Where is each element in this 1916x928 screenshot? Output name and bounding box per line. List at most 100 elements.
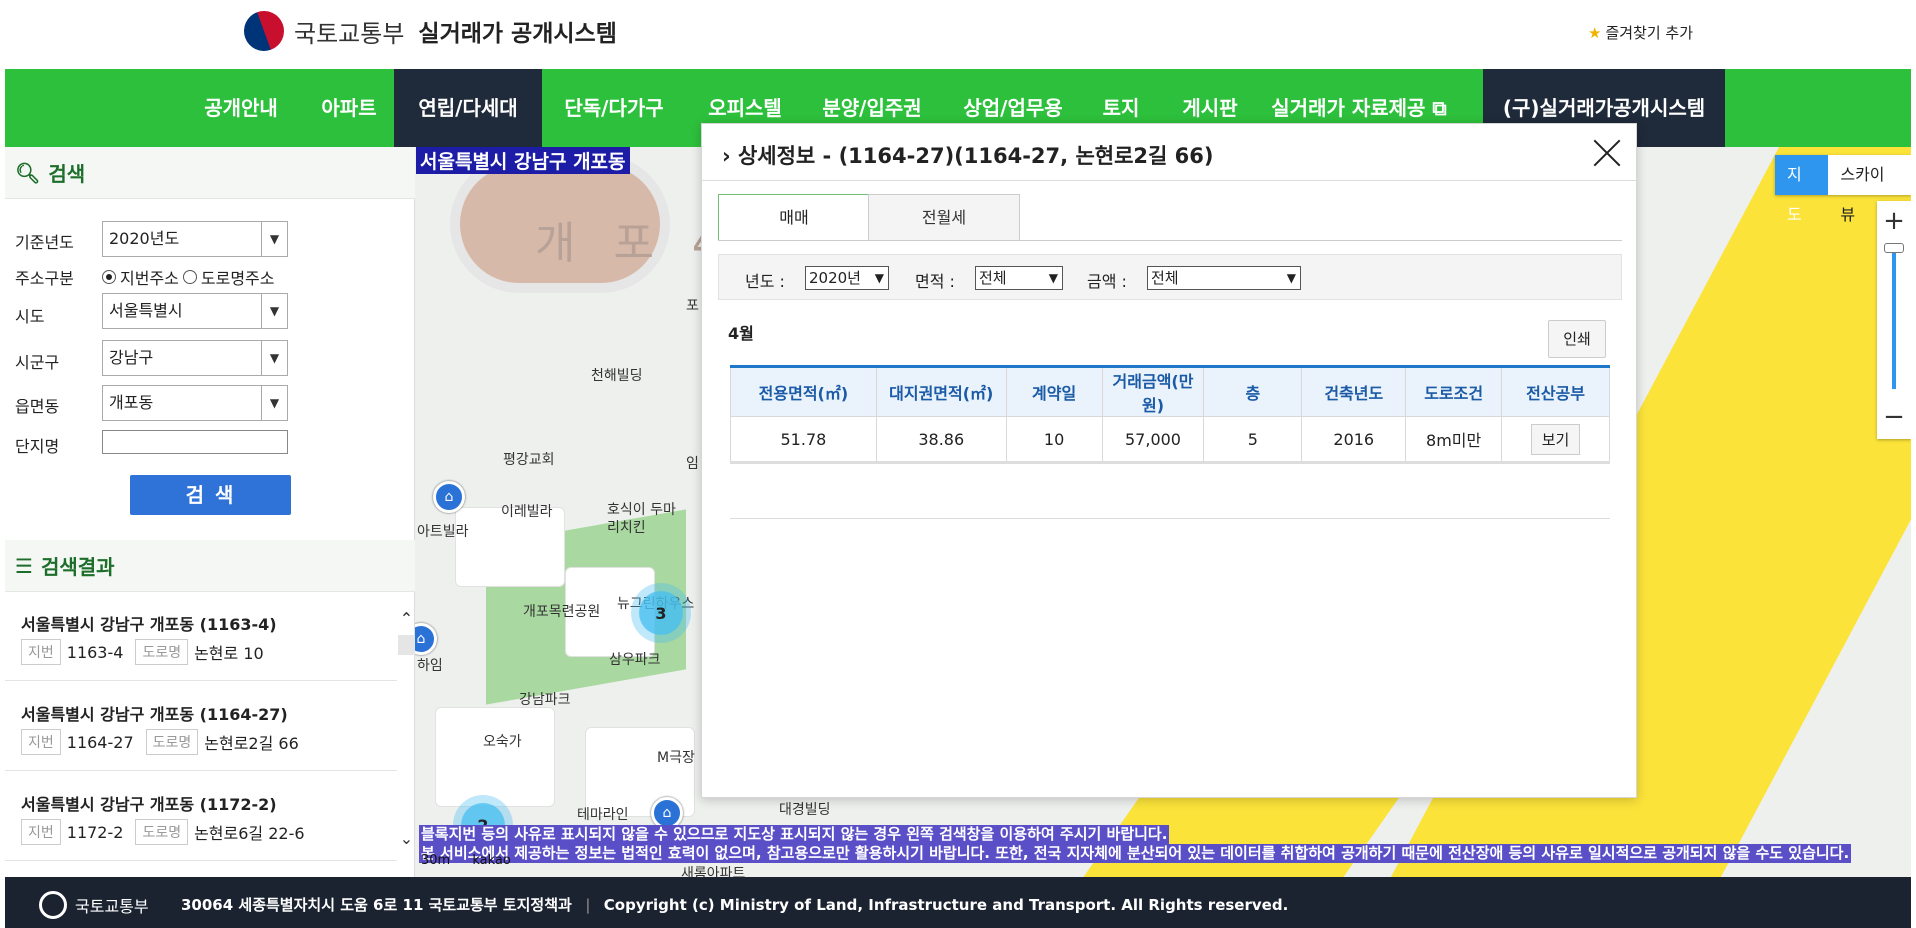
result-address: 서울특별시 강남구 개포동 (1164-27) (21, 705, 288, 724)
list-icon: ☰ (15, 553, 33, 578)
col-road-condition: 도로조건 (1405, 366, 1503, 417)
road-tag: 도로명 (135, 819, 189, 845)
ministry-logo[interactable]: 국토교통부 실거래가 공개시스템 (238, 5, 617, 57)
nav-item-villa[interactable]: 연립/다세대 (394, 69, 542, 147)
col-build-year: 건축년도 (1301, 366, 1407, 417)
detail-modal: › 상세정보 - (1164-27)(1164-27, 논현로2길 66) 매매… (701, 123, 1637, 798)
map-label: 호식이 두마리치킨 (607, 502, 676, 536)
scroll-up-icon[interactable]: ⌃ (398, 609, 415, 629)
search-button[interactable]: 검 색 (130, 475, 291, 515)
map-label: 대경빌딩 (779, 802, 831, 818)
divider (730, 518, 1610, 519)
star-icon: ★ (1588, 23, 1602, 42)
area-filter-value: 전체 (979, 269, 1007, 287)
dong-value: 개포동 (109, 393, 154, 412)
sido-select[interactable]: 서울특별시 ▼ (102, 293, 288, 329)
year-filter-value: 2020년 (809, 269, 861, 287)
chevron-down-icon: ▼ (261, 386, 287, 420)
sido-value: 서울특별시 (109, 301, 183, 320)
zoom-in-button[interactable]: + (1877, 205, 1911, 239)
dong-select[interactable]: 개포동 ▼ (102, 385, 288, 421)
year-filter-label: 년도 : (745, 272, 785, 291)
map-type-map-button[interactable]: 지도 (1775, 155, 1829, 224)
radio-road[interactable] (182, 270, 197, 284)
year-filter-select[interactable]: 2020년 ▼ (805, 266, 889, 290)
result-detail: 지번 1164-27 도로명 논현로2길 66 (21, 729, 299, 755)
map-type-skyview-button[interactable]: 스카이뷰 (1828, 155, 1911, 224)
zoom-out-button[interactable]: − (1877, 401, 1911, 435)
print-button[interactable]: 인쇄 (1548, 320, 1606, 358)
table-row: 51.78 38.86 10 57,000 5 2016 8m미만 보기 (730, 416, 1610, 464)
cell-exclusive-area: 51.78 (730, 416, 877, 464)
result-jibun: 1164-27 (66, 732, 134, 752)
result-road: 논현로 10 (194, 644, 264, 663)
ministry-name: 국토교통부 (294, 19, 405, 48)
map-label: 아트빌라 (417, 524, 469, 540)
complex-name-input[interactable] (102, 430, 288, 454)
taegeuk-emblem-icon (238, 5, 290, 57)
close-icon[interactable] (1592, 138, 1622, 168)
area-filter-select[interactable]: 전체 ▼ (975, 266, 1063, 290)
col-land-area: 대지권면적(㎡) (875, 366, 1007, 417)
modal-title-text: 상세정보 - (1164-27)(1164-27, 논현로2길 66) (737, 144, 1214, 168)
chevron-down-icon: ▼ (874, 271, 884, 285)
tab-sale[interactable]: 매매 (718, 194, 870, 240)
chevron-down-icon: ▼ (1048, 271, 1058, 285)
zoom-slider-handle[interactable] (1884, 243, 1904, 253)
add-favorite-link[interactable]: ★ 즐겨찾기 추가 (1588, 22, 1693, 43)
view-registry-button[interactable]: 보기 (1530, 423, 1581, 455)
map-label: 새롬아파트 (681, 866, 746, 877)
divider (702, 180, 1636, 181)
nav-item-apartment[interactable]: 아파트 (305, 69, 393, 147)
scroll-down-icon[interactable]: ⌄ (398, 829, 415, 849)
sigungu-select[interactable]: 강남구 ▼ (102, 340, 288, 376)
result-item[interactable]: 서울특별시 강남구 개포동 (1163-4) 지번 1163-4 도로명 논현로… (5, 593, 397, 681)
search-icon: 🔍︎ (15, 160, 41, 185)
sido-label: 시도 (15, 307, 45, 326)
radio-road-label: 도로명주소 (200, 269, 275, 288)
result-jibun: 1172-2 (66, 822, 124, 842)
chevron-down-icon: ▼ (1286, 271, 1296, 285)
nav-item-house[interactable]: 단독/다가구 (553, 69, 675, 147)
favorite-label: 즐겨찾기 추가 (1605, 24, 1694, 42)
amount-filter-select[interactable]: 전체 ▼ (1147, 266, 1301, 290)
map-label: M극장 (657, 750, 695, 766)
scale-value: 30m (421, 853, 451, 868)
map-notice: 블록지번 등의 사유로 표시되지 않을 수 있으므로 지도상 표시되지 않는 경… (419, 825, 1909, 863)
cell-floor: 5 (1203, 416, 1303, 464)
col-floor: 층 (1203, 366, 1303, 417)
separator: | (585, 896, 591, 914)
map-pin-icon[interactable]: ⌂ (433, 481, 465, 513)
map-scale: 30m kakao (421, 853, 511, 868)
cell-registry: 보기 (1501, 416, 1610, 464)
year-select[interactable]: 2020년도 ▼ (102, 221, 288, 257)
zoom-track[interactable] (1892, 249, 1896, 389)
jibun-tag: 지번 (21, 729, 61, 755)
map-pin-icon[interactable]: ⌂ (415, 623, 437, 655)
search-section-header: 🔍︎ 검색 (5, 147, 415, 199)
nav-item-guide[interactable]: 공개안내 (186, 69, 296, 147)
map-label: 개포목련공원 (523, 604, 601, 620)
cell-contract-day: 10 (1005, 416, 1103, 464)
complex-label: 단지명 (15, 437, 60, 456)
external-link-icon: ⧉ (1432, 96, 1447, 120)
modal-title: › 상세정보 - (1164-27)(1164-27, 논현로2길 66) (722, 140, 1213, 170)
kakao-logo: kakao (472, 853, 511, 868)
region-label: 서울특별시 강남구 개포동 (416, 147, 630, 174)
transaction-table: 전용면적(㎡) 대지권면적(㎡) 계약일 거래금액(만원) 층 건축년도 도로조… (730, 365, 1610, 464)
col-contract-day: 계약일 (1005, 366, 1103, 417)
scrollbar-thumb[interactable] (398, 635, 415, 655)
tab-rent[interactable]: 전월세 (868, 194, 1020, 240)
map-cluster[interactable]: 3 (639, 591, 683, 635)
result-item[interactable]: 서울특별시 강남구 개포동 (1172-2) 지번 1172-2 도로명 논현로… (5, 773, 397, 861)
sigungu-label: 시군구 (15, 353, 60, 372)
table-header-row: 전용면적(㎡) 대지권면적(㎡) 계약일 거래금액(만원) 층 건축년도 도로조… (730, 366, 1610, 417)
col-exclusive-area: 전용면적(㎡) (730, 366, 877, 417)
chevron-right-icon: › (722, 144, 731, 168)
footer-logo: 국토교통부 (39, 891, 149, 919)
radio-jibun[interactable] (102, 270, 116, 284)
map-notice-line: 본 서비스에서 제공하는 정보는 법적인 효력이 없으며, 참고용으로만 활용하… (419, 844, 1852, 863)
dong-label: 읍면동 (15, 397, 60, 416)
result-item[interactable]: 서울특별시 강남구 개포동 (1164-27) 지번 1164-27 도로명 논… (5, 683, 397, 771)
footer-address-text: 30064 세종특별자치시 도움 6로 11 국토교통부 토지정책과 (181, 896, 572, 914)
